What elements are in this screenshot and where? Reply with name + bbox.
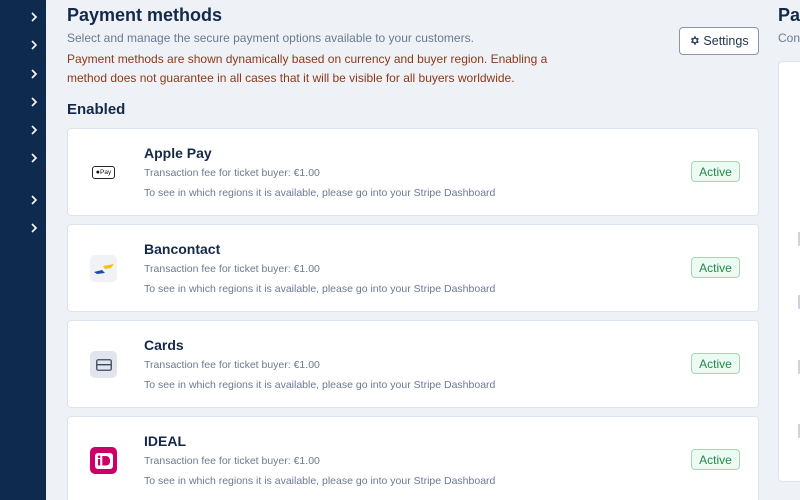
sidebar-expand-chevron-icon[interactable] bbox=[28, 151, 40, 165]
sidebar-expand-chevron-icon[interactable] bbox=[28, 193, 40, 207]
payment-method-region-note: To see in which regions it is available,… bbox=[144, 283, 496, 295]
right-column-panel bbox=[778, 61, 800, 482]
payment-method-region-note: To see in which regions it is available,… bbox=[144, 475, 496, 487]
payment-method-region-note: To see in which regions it is available,… bbox=[144, 187, 496, 199]
payment-method-name: Apple Pay bbox=[144, 145, 212, 161]
sidebar-expand-chevron-icon[interactable] bbox=[28, 38, 40, 52]
right-column-subtitle: Con bbox=[778, 31, 800, 45]
right-column-title: Pay bbox=[778, 5, 800, 25]
sidebar-expand-chevron-icon[interactable] bbox=[28, 221, 40, 235]
sidebar-expand-chevron-icon[interactable] bbox=[28, 95, 40, 109]
payment-method-fee: Transaction fee for ticket buyer: €1.00 bbox=[144, 455, 320, 467]
payment-method-name: IDEAL bbox=[144, 433, 186, 449]
status-badge: Active bbox=[691, 161, 740, 182]
settings-button[interactable]: Settings bbox=[679, 27, 759, 55]
payment-method-card-apple-pay[interactable]: ● Pay Apple Pay Transaction fee for ticke… bbox=[67, 128, 759, 216]
status-badge: Active bbox=[691, 449, 740, 470]
page-title: Payment methods bbox=[67, 5, 223, 25]
payment-method-fee: Transaction fee for ticket buyer: €1.00 bbox=[144, 167, 320, 179]
sidebar-expand-chevron-icon[interactable] bbox=[28, 123, 40, 137]
payment-method-card-cards[interactable]: Cards Transaction fee for ticket buyer: … bbox=[67, 320, 759, 408]
payment-method-name: Cards bbox=[144, 337, 184, 353]
status-badge: Active bbox=[691, 353, 740, 374]
payment-method-card-ideal[interactable]: IDEAL Transaction fee for ticket buyer: … bbox=[67, 416, 759, 500]
apple-pay-logo-text: Pay bbox=[100, 169, 112, 176]
sidebar-expand-chevron-icon[interactable] bbox=[28, 10, 40, 24]
ideal-icon bbox=[90, 447, 117, 474]
sidebar-expand-chevron-icon[interactable] bbox=[28, 67, 40, 81]
enabled-section-title: Enabled bbox=[67, 101, 126, 118]
status-badge: Active bbox=[691, 257, 740, 278]
payment-method-card-bancontact[interactable]: Bancontact Transaction fee for ticket bu… bbox=[67, 224, 759, 312]
availability-warning: Payment methods are shown dynamically ba… bbox=[67, 52, 548, 85]
page-subtitle: Select and manage the secure payment opt… bbox=[67, 31, 474, 45]
bancontact-icon bbox=[90, 255, 117, 282]
sidebar bbox=[0, 0, 46, 500]
settings-button-label: Settings bbox=[703, 34, 749, 48]
apple-pay-icon: ● Pay bbox=[90, 159, 117, 186]
payment-method-name: Bancontact bbox=[144, 241, 221, 257]
gear-icon bbox=[689, 35, 700, 48]
payment-method-region-note: To see in which regions it is available,… bbox=[144, 379, 496, 391]
credit-card-icon bbox=[90, 351, 117, 378]
payment-method-fee: Transaction fee for ticket buyer: €1.00 bbox=[144, 359, 320, 371]
payment-method-fee: Transaction fee for ticket buyer: €1.00 bbox=[144, 263, 320, 275]
